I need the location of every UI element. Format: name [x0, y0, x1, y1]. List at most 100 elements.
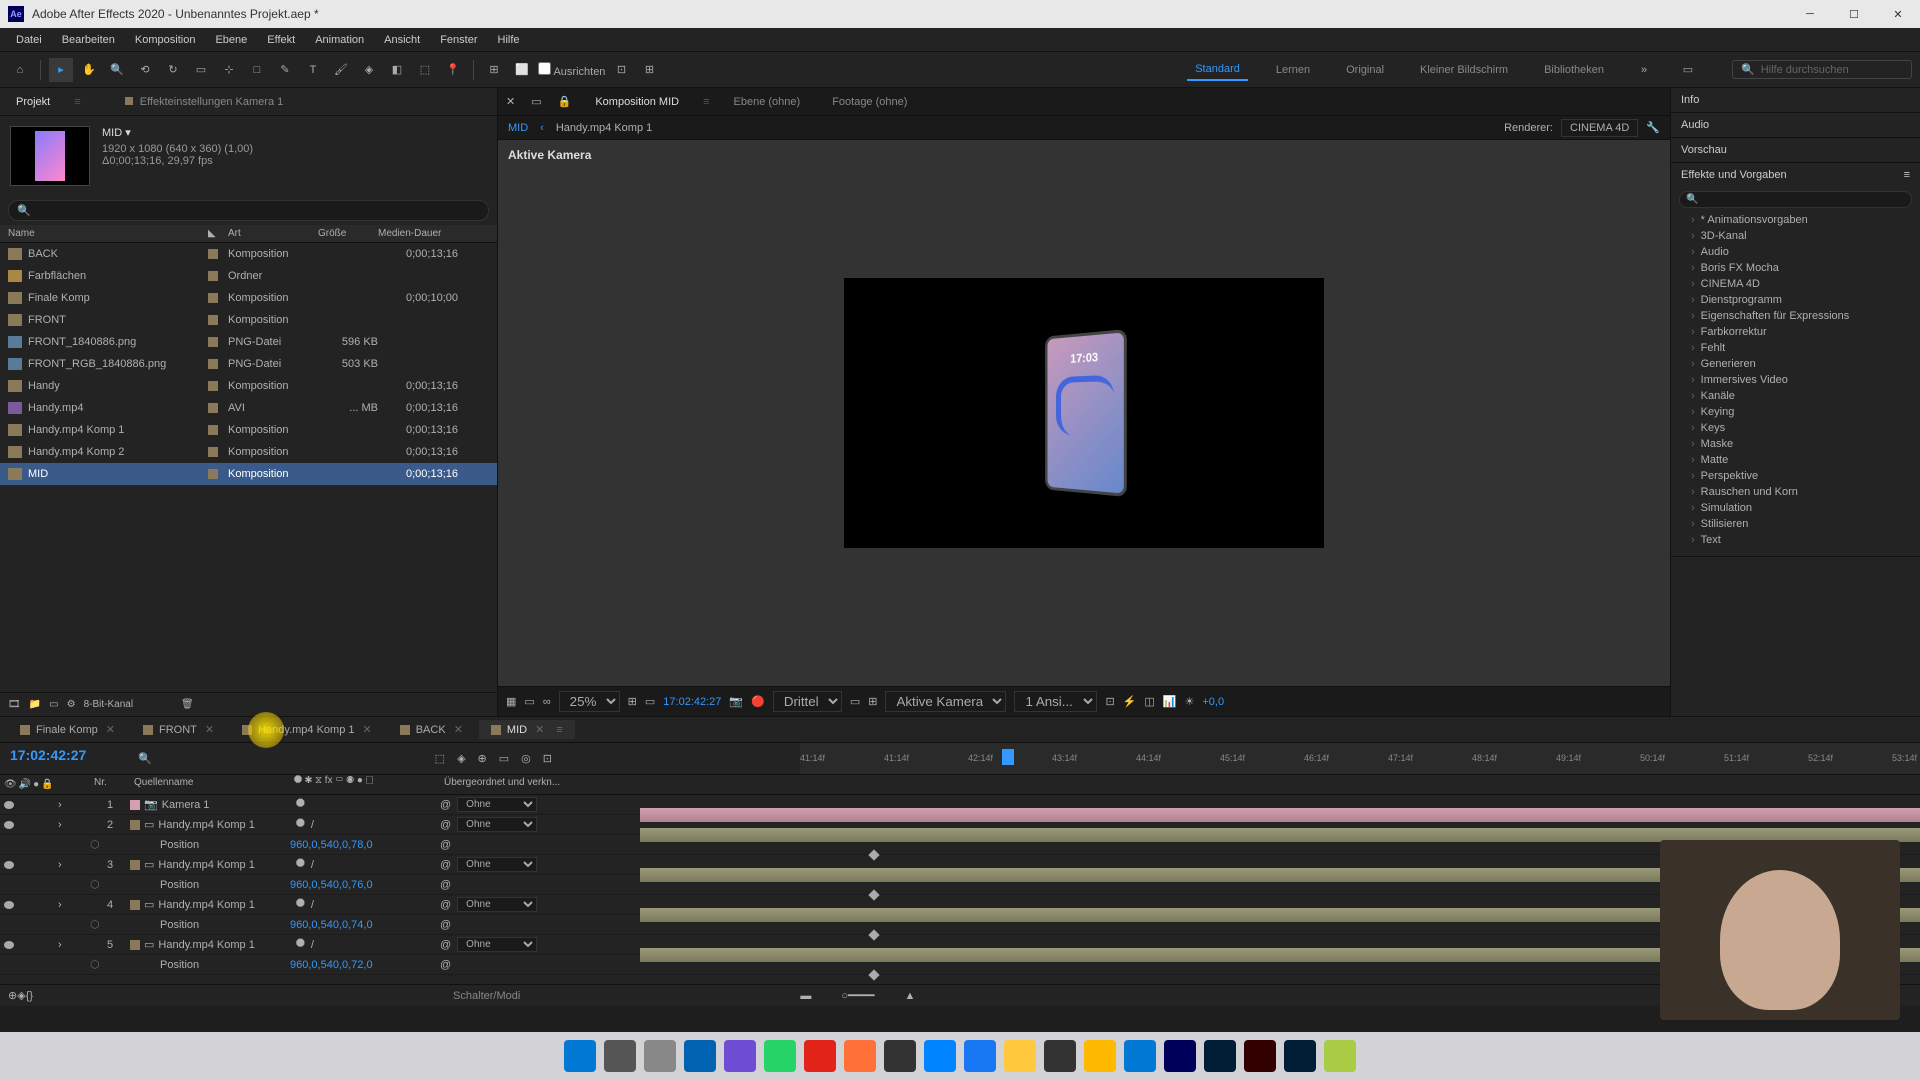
keyframe[interactable]: [869, 889, 880, 900]
taskbar-app-13[interactable]: [1084, 1040, 1116, 1072]
zoom-select[interactable]: 25%: [559, 691, 620, 712]
tl-footer-icon2[interactable]: ◈: [17, 989, 25, 1002]
views-select[interactable]: 1 Ansi...: [1014, 691, 1097, 712]
project-item[interactable]: FRONT_RGB_1840886.pngPNG-Datei503 KB: [0, 353, 497, 375]
keyframe[interactable]: [869, 929, 880, 940]
close-icon[interactable]: ✕: [205, 723, 214, 736]
brush-tool[interactable]: 🖌: [329, 58, 353, 82]
col-nr[interactable]: Nr.: [90, 775, 130, 794]
help-search[interactable]: 🔍 Hilfe durchsuchen: [1732, 60, 1912, 79]
tl-tool5-icon[interactable]: ◎: [521, 752, 531, 765]
project-item[interactable]: Finale KompKomposition0;00;10;00: [0, 287, 497, 309]
timeline-layer[interactable]: ›1📷Kamera 1⯃@Ohne: [0, 795, 1920, 815]
effect-category[interactable]: Eigenschaften für Expressions: [1671, 308, 1920, 324]
selection-tool[interactable]: ▸: [49, 58, 73, 82]
transparency-icon[interactable]: ◫: [1144, 695, 1154, 708]
timecode-display[interactable]: 17:02:42:27: [663, 696, 721, 708]
taskbar-app-18[interactable]: [1284, 1040, 1316, 1072]
workspace-bibliotheken[interactable]: Bibliotheken: [1536, 60, 1612, 80]
comp-viewer-tab[interactable]: Komposition MID: [587, 92, 687, 112]
current-timecode[interactable]: 17:02:42:27: [0, 743, 130, 774]
pickwhip-icon[interactable]: @: [440, 959, 451, 971]
effect-category[interactable]: Maske: [1671, 436, 1920, 452]
timeline-tab[interactable]: FRONT✕: [131, 720, 226, 739]
trash-icon[interactable]: 🗑: [181, 699, 194, 710]
project-item[interactable]: Handy.mp4 Komp 1Komposition0;00;13;16: [0, 419, 497, 441]
parent-select[interactable]: Ohne: [457, 817, 537, 832]
menu-datei[interactable]: Datei: [6, 30, 52, 50]
timeline-ruler[interactable]: 41:14f41:14f42:14f43:14f44:14f45:14f46:1…: [800, 743, 1920, 774]
taskbar-app-15[interactable]: [1164, 1040, 1196, 1072]
viewer-options-icon[interactable]: ▭: [531, 95, 541, 108]
more-workspaces-icon[interactable]: »: [1632, 58, 1656, 82]
eye-col-icon[interactable]: 👁: [4, 779, 17, 790]
hand-tool[interactable]: ✋: [77, 58, 101, 82]
effect-category[interactable]: Simulation: [1671, 500, 1920, 516]
home-icon[interactable]: ⌂: [8, 58, 32, 82]
pickwhip-icon[interactable]: @: [440, 939, 451, 951]
settings-icon[interactable]: ⚙: [67, 699, 76, 710]
tl-tool6-icon[interactable]: ⊡: [543, 752, 552, 765]
camera-select[interactable]: Aktive Kamera: [885, 691, 1006, 712]
timeline-layer[interactable]: ›5▭Handy.mp4 Komp 1⯃/@Ohne: [0, 935, 1920, 955]
taskbar-app-2[interactable]: [644, 1040, 676, 1072]
rotate-tool[interactable]: ↻: [161, 58, 185, 82]
puppet-tool[interactable]: 📍: [441, 58, 465, 82]
renderer-settings-icon[interactable]: 🔧: [1646, 121, 1660, 134]
visibility-toggle[interactable]: [4, 861, 14, 869]
channel-icon[interactable]: 🔴: [751, 695, 765, 708]
effect-category[interactable]: 3D-Kanal: [1671, 228, 1920, 244]
timeline-tab[interactable]: MID✕≡: [479, 720, 575, 739]
preview-icon[interactable]: ▭: [645, 695, 655, 708]
menu-bearbeiten[interactable]: Bearbeiten: [52, 30, 125, 50]
zoom-tool[interactable]: 🔍: [105, 58, 129, 82]
taskbar-app-19[interactable]: [1324, 1040, 1356, 1072]
roto-tool[interactable]: ⬚: [413, 58, 437, 82]
minimize-button[interactable]: ─: [1796, 4, 1824, 24]
taskbar-app-0[interactable]: [564, 1040, 596, 1072]
grid-toggle-icon[interactable]: ⊞: [868, 695, 877, 708]
tl-footer-icon3[interactable]: {}: [26, 990, 33, 1002]
timeline-icon[interactable]: 📊: [1163, 695, 1177, 708]
taskbar-app-11[interactable]: [1004, 1040, 1036, 1072]
parent-select[interactable]: Ohne: [457, 797, 537, 812]
keyframe[interactable]: [869, 849, 880, 860]
lock-col-icon[interactable]: 🔒: [41, 779, 53, 790]
col-parent[interactable]: Übergeordnet und verkn...: [440, 775, 640, 794]
bit-depth[interactable]: 8-Bit-Kanal: [84, 699, 133, 710]
snapshot-icon[interactable]: 📷: [729, 695, 743, 708]
close-icon[interactable]: ✕: [106, 723, 115, 736]
project-tab[interactable]: Projekt: [8, 92, 58, 112]
timeline-tab[interactable]: Finale Komp✕: [8, 720, 127, 739]
comp-thumbnail[interactable]: [10, 126, 90, 186]
anchor-tool[interactable]: ⊹: [217, 58, 241, 82]
timeline-layer[interactable]: ›3▭Handy.mp4 Komp 1⯃/@Ohne: [0, 855, 1920, 875]
quality-select[interactable]: Drittel: [773, 691, 842, 712]
exposure-icon[interactable]: ☀: [1184, 695, 1194, 708]
3d-icon[interactable]: ∞: [543, 696, 551, 708]
project-item[interactable]: Handy.mp4AVI... MB0;00;13;16: [0, 397, 497, 419]
tl-tool4-icon[interactable]: ▭: [499, 752, 509, 765]
taskbar-app-4[interactable]: [724, 1040, 756, 1072]
audio-panel[interactable]: Audio: [1671, 113, 1920, 137]
project-item[interactable]: Handy.mp4 Komp 2Komposition0;00;13;16: [0, 441, 497, 463]
effect-category[interactable]: Immersives Video: [1671, 372, 1920, 388]
effect-category[interactable]: Boris FX Mocha: [1671, 260, 1920, 276]
visibility-toggle[interactable]: [4, 801, 14, 809]
footage-viewer-tab[interactable]: Footage (ohne): [824, 92, 915, 112]
grid-icon[interactable]: ⊞: [482, 58, 506, 82]
type-tool[interactable]: T: [301, 58, 325, 82]
close-icon[interactable]: ✕: [363, 723, 372, 736]
taskbar-app-7[interactable]: [844, 1040, 876, 1072]
taskbar-app-6[interactable]: [804, 1040, 836, 1072]
effect-category[interactable]: Text: [1671, 532, 1920, 548]
timeline-search-icon[interactable]: 🔍: [138, 752, 152, 765]
effects-panel-header[interactable]: Effekte und Vorgaben≡: [1671, 163, 1920, 187]
roi-icon[interactable]: ▭: [850, 695, 860, 708]
renderer-value[interactable]: CINEMA 4D: [1561, 119, 1638, 137]
visibility-toggle[interactable]: [4, 941, 14, 949]
taskbar-app-16[interactable]: [1204, 1040, 1236, 1072]
col-sourcename[interactable]: Quellenname: [130, 775, 290, 794]
effect-category[interactable]: Rauschen und Korn: [1671, 484, 1920, 500]
menu-komposition[interactable]: Komposition: [125, 30, 206, 50]
